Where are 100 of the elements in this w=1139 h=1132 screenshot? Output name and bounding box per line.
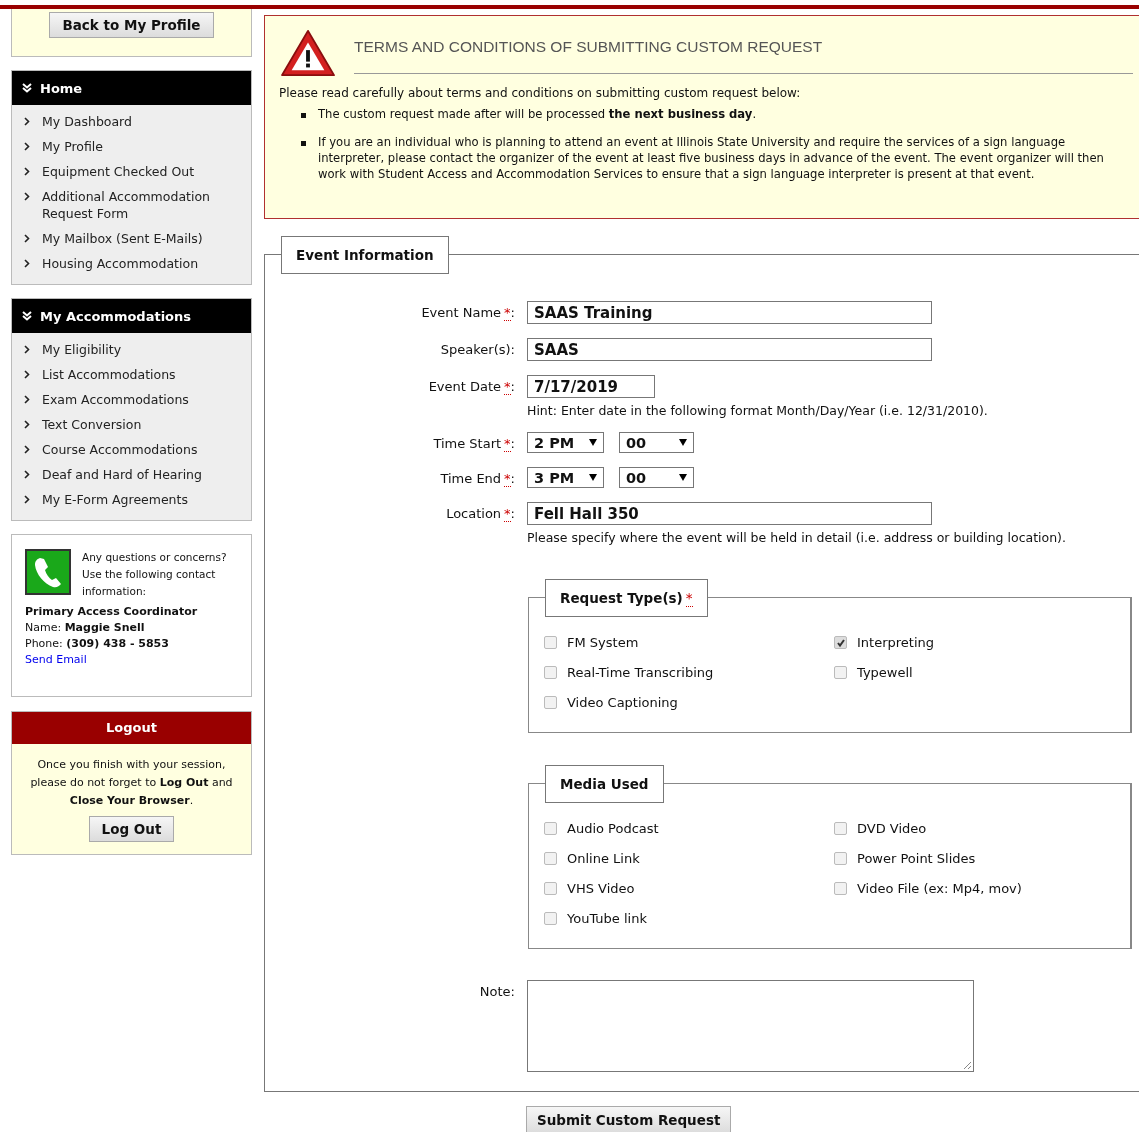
label-colon: : <box>510 506 515 521</box>
minute-select[interactable]: 00 <box>619 467 694 488</box>
menu-item[interactable]: Text Conversion <box>42 416 142 433</box>
field-label: Event Date <box>428 379 502 394</box>
required-mark: * <box>504 305 511 321</box>
checkbox[interactable] <box>544 696 557 709</box>
checkbox-label: Power Point Slides <box>857 851 976 866</box>
checkbox[interactable] <box>544 822 557 835</box>
back-to-profile-button[interactable]: Back to My Profile <box>49 12 214 38</box>
contact-role: Primary Access Coordinator <box>25 604 199 620</box>
menu-item[interactable]: Equipment Checked Out <box>42 163 195 180</box>
checkbox-label: Interpreting <box>857 635 935 650</box>
terms-title: TERMS AND CONDITIONS OF SUBMITTING CUSTOM REQUEST <box>354 28 1133 74</box>
checkbox[interactable] <box>834 666 847 679</box>
note-field[interactable] <box>527 980 974 1072</box>
bullet-icon <box>301 141 306 146</box>
text-field[interactable]: SAAS <box>527 338 932 361</box>
menu-item[interactable]: Additional Accommodation Request Form <box>42 188 241 222</box>
field-label: Note: <box>479 984 515 999</box>
resize-grip-icon[interactable] <box>962 1060 972 1070</box>
logout-message: Once you finish with your session, please do not forget to Log Out and Close Your Browser. <box>29 757 234 809</box>
dropdown-arrow-icon <box>589 439 597 446</box>
chevron-icon <box>24 495 30 504</box>
checkbox-label: Real-Time Transcribing <box>567 665 714 680</box>
field-label: Time End <box>440 471 502 486</box>
text-field[interactable]: SAAS Training <box>527 301 932 324</box>
dropdown-arrow-icon <box>589 474 597 481</box>
checkbox[interactable] <box>544 912 557 925</box>
field-hint: Hint: Enter date in the following format Month/Day/Year (i.e. 12/31/2010). <box>527 403 988 418</box>
menu-item[interactable]: My Dashboard <box>42 113 132 130</box>
field-hint: Please specify where the event will be held in detail (i.e. address or building location). <box>527 530 1066 545</box>
warning-icon <box>279 28 337 78</box>
field-label: Event Name <box>421 305 502 320</box>
terms-item: If you are an individual who is planning to attend an event at Illinois State University and require the services of a sign language interpreter, please contact the organizer of the event at least five business days in advance of the event. The event organizer will then work with Student Access and Accommodation Services to ensure that a sign language interpreter is present at that event. <box>318 134 1105 182</box>
date-field[interactable]: 7/17/2019 <box>527 375 655 398</box>
chevron-icon <box>24 470 30 479</box>
chevron-icon <box>24 420 30 429</box>
checkbox[interactable] <box>544 636 557 649</box>
hour-select[interactable]: 2 PM <box>527 432 604 453</box>
menu-title: My Accommodations <box>40 308 192 324</box>
chevron-icon <box>24 167 30 176</box>
label-colon: : <box>510 305 515 320</box>
label-colon: : <box>510 436 515 451</box>
menu-item[interactable]: My Profile <box>42 138 104 155</box>
send-email-link[interactable]: Send Email <box>25 653 87 666</box>
menu-item[interactable]: My Eligibility <box>42 341 122 358</box>
double-chevron-icon <box>22 311 32 321</box>
chevron-icon <box>24 445 30 454</box>
label-colon: : <box>510 379 515 394</box>
terms-intro: Please read carefully about terms and conditions on submitting custom request below: <box>279 86 802 100</box>
checkbox[interactable] <box>834 636 847 649</box>
logout-header: Logout <box>12 712 251 744</box>
label-colon: : <box>510 342 515 357</box>
field-label: Location <box>446 506 502 521</box>
checkbox-label: Typewell <box>857 665 913 680</box>
checkbox[interactable] <box>834 882 847 895</box>
menu-item[interactable]: List Accommodations <box>42 366 176 383</box>
checkbox[interactable] <box>544 666 557 679</box>
menu-item[interactable]: Deaf and Hard of Hearing <box>42 466 202 483</box>
menu-title: Home <box>40 80 83 96</box>
chevron-icon <box>24 370 30 379</box>
chevron-icon <box>24 395 30 404</box>
menu-item[interactable]: Course Accommodations <box>42 441 198 458</box>
checkbox-label: DVD Video <box>857 821 927 836</box>
checkbox[interactable] <box>544 852 557 865</box>
group-legend: Media Used <box>545 765 664 803</box>
menu-item[interactable]: My E-Form Agreements <box>42 491 188 508</box>
submit-button[interactable]: Submit Custom Request <box>526 1106 732 1132</box>
checkbox[interactable] <box>544 882 557 895</box>
terms-item: The custom request made after will be processed the next business day. <box>318 106 757 122</box>
dropdown-arrow-icon <box>679 474 687 481</box>
field-label: Speaker(s) <box>440 342 511 357</box>
menu-item[interactable]: Exam Accommodations <box>42 391 189 408</box>
dropdown-arrow-icon <box>679 439 687 446</box>
checkbox-label: Audio Podcast <box>567 821 659 836</box>
chevron-icon <box>24 259 30 268</box>
menu-item[interactable]: Housing Accommodation <box>42 255 199 272</box>
chevron-icon <box>24 192 30 201</box>
text-field[interactable]: Fell Hall 350 <box>527 502 932 525</box>
checkbox-label: Online Link <box>567 851 640 866</box>
hour-select[interactable]: 3 PM <box>527 467 604 488</box>
checkbox[interactable] <box>834 822 847 835</box>
contact-intro: Any questions or concerns? Use the following contact information: <box>82 550 228 599</box>
checkbox[interactable] <box>834 852 847 865</box>
checkbox-label: Video File (ex: Mp4, mov) <box>857 881 1022 896</box>
log-out-button[interactable]: Log Out <box>88 816 175 842</box>
chevron-icon <box>24 234 30 243</box>
chevron-icon <box>24 142 30 151</box>
minute-select[interactable]: 00 <box>619 432 694 453</box>
required-mark: * <box>504 506 511 522</box>
required-mark: * <box>504 436 511 452</box>
bullet-icon <box>301 113 306 118</box>
menu-item[interactable]: My Mailbox (Sent E-Mails) <box>42 230 203 247</box>
fieldset-legend: Event Information <box>281 236 449 274</box>
checkbox-label: Video Captioning <box>567 695 678 710</box>
group-legend: Request Type(s) * <box>545 579 708 617</box>
phone-icon <box>25 549 71 595</box>
required-mark: * <box>504 471 511 487</box>
checkbox-label: VHS Video <box>567 881 635 896</box>
chevron-icon <box>24 117 30 126</box>
